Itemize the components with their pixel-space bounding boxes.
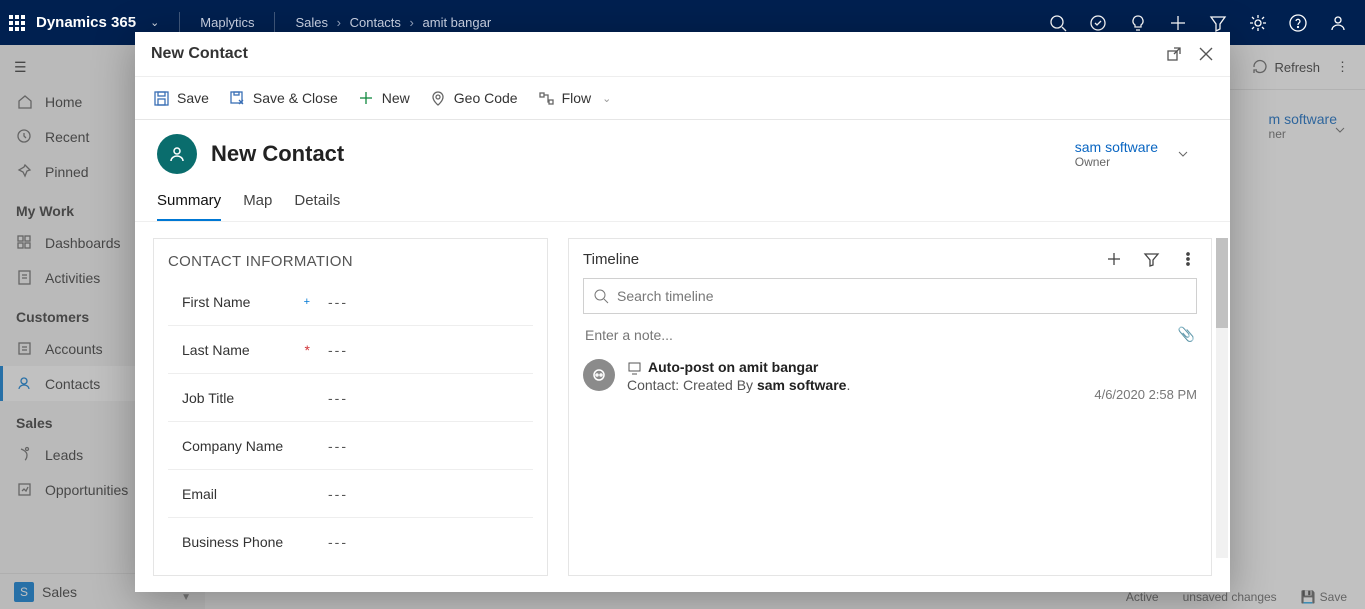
chevron-down-icon[interactable] [1176,147,1190,161]
contact-info-heading: CONTACT INFORMATION [154,253,547,278]
field-business-phone[interactable]: Business Phone --- [168,518,533,566]
modal-scrollbar[interactable] [1216,238,1228,558]
owner-name: sam software [1075,139,1158,155]
post-avatar [583,359,615,391]
robot-icon [591,367,607,383]
field-first-name[interactable]: First Name+ --- [168,278,533,326]
app-name[interactable]: Maplytics [200,15,254,30]
new-plus-icon [358,90,375,107]
recommended-indicator: + [304,296,310,308]
gear-icon[interactable] [1249,14,1267,32]
flow-icon [538,90,555,107]
post-title: Auto-post on amit bangar [648,359,818,375]
contact-info-panel: CONTACT INFORMATION First Name+ --- Last… [153,238,548,576]
post-date: 4/6/2020 2:58 PM [1094,359,1197,402]
field-job-title[interactable]: Job Title --- [168,374,533,422]
save-icon [153,90,170,107]
field-email[interactable]: Email --- [168,470,533,518]
popout-icon[interactable] [1166,46,1182,62]
attachment-icon[interactable]: 📎 [1178,326,1195,343]
brand-chevron-icon[interactable]: ⌄ [150,16,159,29]
search-icon[interactable] [1049,14,1067,32]
location-icon [430,90,447,107]
save-button[interactable]: Save [153,90,209,107]
tab-details[interactable]: Details [294,192,340,221]
owner-role: Owner [1075,155,1158,169]
geocode-button[interactable]: Geo Code [430,90,518,107]
timeline-note-input[interactable]: Enter a note... 📎 [583,324,1197,345]
timeline-post: Auto-post on amit bangar Contact: Create… [583,359,1197,402]
task-icon[interactable] [1089,14,1107,32]
field-last-name[interactable]: Last Name* --- [168,326,533,374]
close-icon[interactable] [1198,46,1214,62]
timeline-filter-icon[interactable] [1143,251,1160,268]
new-contact-modal: New Contact Save Save & Close New Geo Co… [135,32,1230,592]
record-tabs: Summary Map Details [135,174,1230,222]
modal-command-bar: Save Save & Close New Geo Code Flow ⌄ [135,76,1230,120]
save-close-button[interactable]: Save & Close [229,90,338,107]
new-button[interactable]: New [358,90,410,107]
breadcrumb-sales[interactable]: Sales [295,15,328,30]
breadcrumb-record[interactable]: amit bangar [423,15,492,30]
timeline-more-icon[interactable] [1180,251,1197,268]
post-author: sam software [757,377,846,393]
record-avatar [157,134,197,174]
breadcrumb-contacts[interactable]: Contacts [350,15,401,30]
note-placeholder: Enter a note... [585,327,673,343]
timeline-panel: Timeline Search timeline Enter a note...… [568,238,1212,576]
timeline-search[interactable]: Search timeline [583,278,1197,314]
record-title: New Contact [211,141,344,167]
field-company-name[interactable]: Company Name --- [168,422,533,470]
modal-title: New Contact [151,45,248,63]
user-icon[interactable] [1329,14,1347,32]
post-prefix: Contact: Created By [627,377,757,393]
timeline-search-placeholder: Search timeline [617,288,714,304]
search-icon [594,289,609,304]
app-launcher-icon[interactable] [8,14,26,32]
save-close-icon [229,90,246,107]
timeline-heading: Timeline [583,251,639,268]
bulb-icon[interactable] [1129,14,1147,32]
chevron-down-icon: ⌄ [602,92,611,105]
filter-icon[interactable] [1209,14,1227,32]
flow-button[interactable]: Flow ⌄ [538,90,612,107]
help-icon[interactable] [1289,14,1307,32]
required-indicator: * [305,342,310,358]
record-owner[interactable]: sam software Owner [1075,139,1208,169]
tab-map[interactable]: Map [243,192,272,221]
timeline-add-icon[interactable] [1106,251,1123,268]
autopost-icon [627,360,642,375]
brand-label[interactable]: Dynamics 365 [36,14,136,31]
plus-icon[interactable] [1169,14,1187,32]
contact-avatar-icon [168,145,186,163]
tab-summary[interactable]: Summary [157,192,221,221]
